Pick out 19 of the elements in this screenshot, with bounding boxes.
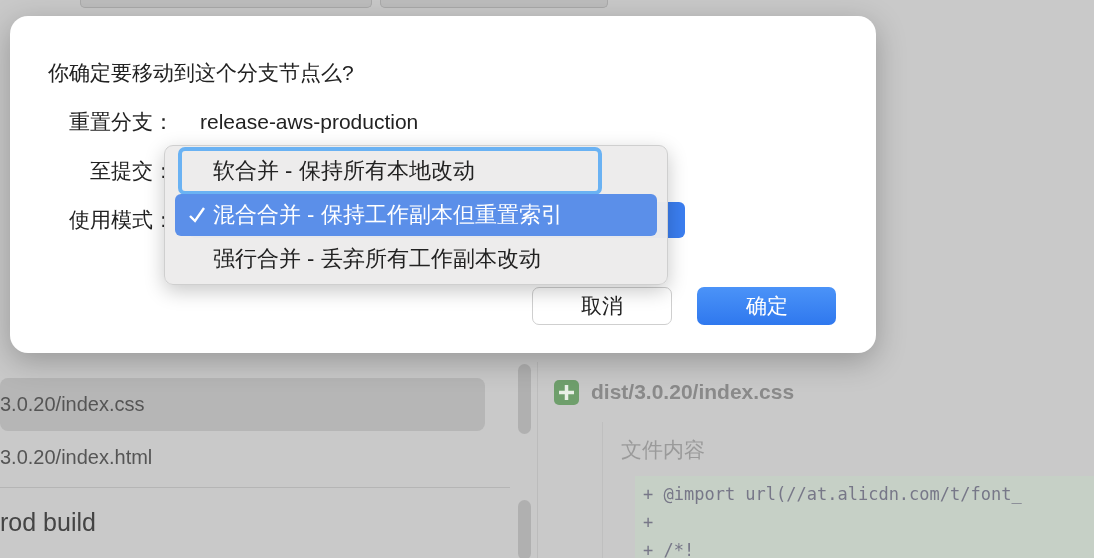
- code-block: + @import url(//at.alicdn.com/t/font_ + + /*!: [635, 476, 1094, 558]
- scrollbar[interactable]: [517, 500, 531, 558]
- dialog-message: 你确定要移动到这个分支节点么?: [48, 60, 355, 86]
- plus-icon: [554, 379, 579, 405]
- checkmark-icon: [188, 206, 206, 224]
- toolbar-button[interactable]: [380, 0, 608, 8]
- commit-group-title: rod build: [0, 507, 97, 537]
- file-item[interactable]: 3.0.20/index.html: [0, 431, 485, 484]
- cancel-button[interactable]: 取消: [532, 287, 672, 325]
- menu-item[interactable]: 混合合并 - 保持工作副本但重置索引: [175, 194, 657, 236]
- file-path: dist/3.0.20/index.css: [591, 380, 795, 404]
- field-label: 重置分支：: [68, 108, 174, 135]
- menu-item[interactable]: 强行合并 - 丢弃所有工作副本改动: [175, 238, 657, 280]
- menu-item[interactable]: 软合并 - 保持所有本地改动: [181, 150, 599, 192]
- scrollbar[interactable]: [517, 364, 531, 434]
- file-item[interactable]: 3.0.20/index.css: [0, 378, 485, 431]
- toolbar-button[interactable]: [80, 0, 372, 8]
- field-value: release-aws-production: [200, 109, 420, 134]
- confirm-button[interactable]: 确定: [697, 287, 836, 325]
